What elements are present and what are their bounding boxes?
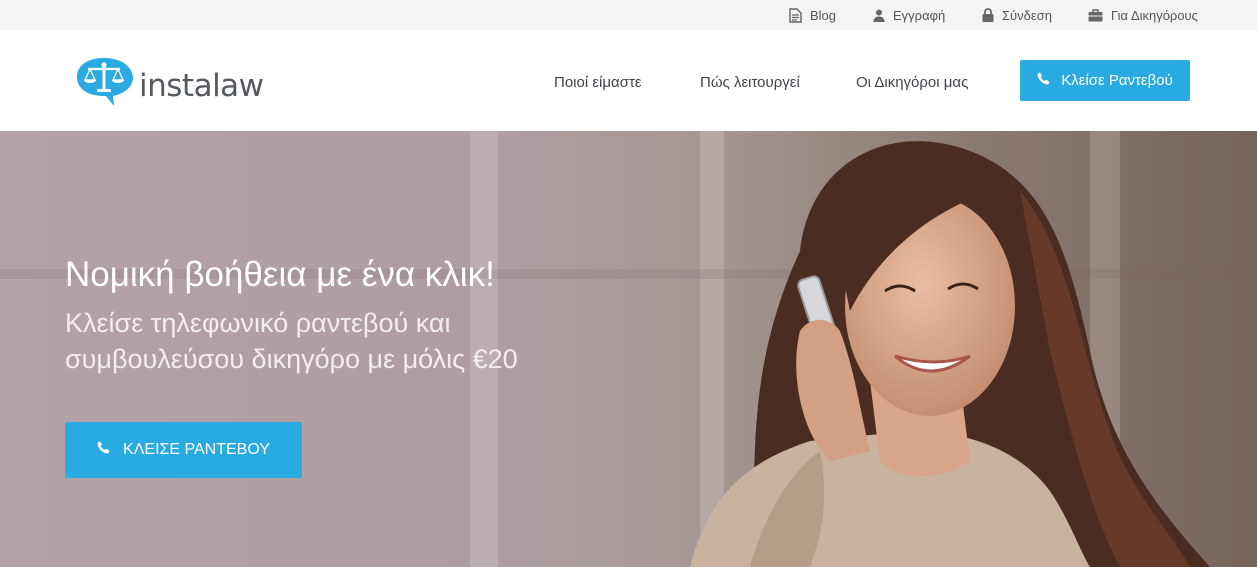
logo[interactable]: instalaw — [75, 56, 264, 113]
scales-of-justice-icon — [75, 56, 133, 113]
blog-link[interactable]: Blog — [789, 0, 836, 30]
briefcase-icon — [1088, 8, 1103, 22]
nav-about[interactable]: Ποιοί είμαστε — [554, 74, 642, 91]
hero-book-appointment-button[interactable]: ΚΛΕΙΣΕ ΡΑΝΤΕΒΟΥ — [65, 422, 302, 478]
register-link-label: Εγγραφή — [893, 7, 946, 23]
for-lawyers-link[interactable]: Για Δικηγόρους — [1088, 0, 1198, 30]
user-icon — [873, 9, 885, 22]
hero-photo-woman-on-phone — [690, 141, 1210, 567]
blog-link-label: Blog — [810, 7, 837, 23]
login-link[interactable]: Σύνδεση — [982, 0, 1052, 30]
hero-subtitle: Κλείσε τηλεφωνικό ραντεβού και συμβουλεύ… — [65, 305, 518, 377]
lock-icon — [982, 8, 994, 22]
book-appointment-label: Κλείσε Ραντεβού — [1061, 72, 1173, 89]
hero-book-appointment-label: ΚΛΕΙΣΕ ΡΑΝΤΕΒΟΥ — [123, 441, 270, 458]
phone-icon — [1037, 72, 1050, 89]
hero-subtitle-line-2: συμβουλεύσου δικηγόρο με μόλις €20 — [65, 344, 518, 374]
nav-how-it-works[interactable]: Πώς λειτουργεί — [700, 74, 800, 91]
site-header: instalaw Ποιοί είμαστε Πώς λειτουργεί Οι… — [0, 30, 1257, 131]
hero-title: Νομική βοήθεια με ένα κλικ! — [65, 255, 495, 294]
logo-text: instalaw — [139, 67, 264, 104]
register-link[interactable]: Εγγραφή — [873, 0, 945, 30]
top-utility-bar: Blog Εγγραφή Σύνδεση Για Δικηγόρους — [0, 0, 1257, 30]
document-icon — [789, 7, 802, 23]
phone-icon — [97, 441, 110, 459]
for-lawyers-link-label: Για Δικηγόρους — [1111, 7, 1198, 23]
hero-subtitle-line-1: Κλείσε τηλεφωνικό ραντεβού και — [65, 308, 451, 338]
book-appointment-button[interactable]: Κλείσε Ραντεβού — [1020, 60, 1190, 101]
nav-our-lawyers[interactable]: Οι Δικηγόροι μας — [856, 74, 968, 91]
hero-section: Νομική βοήθεια με ένα κλικ! Κλείσε τηλεφ… — [0, 131, 1257, 567]
login-link-label: Σύνδεση — [1002, 7, 1052, 23]
